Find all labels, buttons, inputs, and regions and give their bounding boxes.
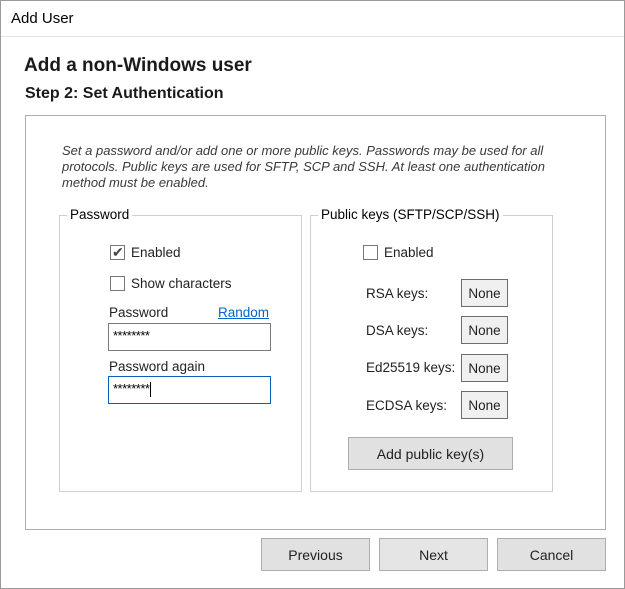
public-keys-enabled-checkbox[interactable] bbox=[363, 245, 378, 260]
password-input[interactable]: ******** bbox=[108, 323, 271, 351]
ed25519-keys-label: Ed25519 keys: bbox=[366, 360, 456, 375]
random-password-link[interactable]: Random bbox=[218, 305, 269, 321]
password-input-value: ******** bbox=[113, 328, 150, 343]
dsa-keys-label: DSA keys: bbox=[366, 323, 429, 338]
password-enabled-label[interactable]: Enabled bbox=[131, 245, 181, 261]
add-public-keys-button[interactable]: Add public key(s) bbox=[348, 437, 513, 470]
rsa-keys-button[interactable]: None bbox=[461, 279, 508, 307]
password-label: Password bbox=[109, 305, 169, 320]
ed25519-keys-button[interactable]: None bbox=[461, 354, 508, 382]
instructions-text: Set a password and/or add one or more pu… bbox=[62, 143, 545, 190]
ecdsa-keys-label: ECDSA keys: bbox=[366, 398, 448, 413]
window-title: Add User bbox=[11, 10, 74, 27]
dsa-keys-button[interactable]: None bbox=[461, 316, 508, 344]
cancel-button[interactable]: Cancel bbox=[497, 538, 606, 571]
show-characters-checkbox[interactable] bbox=[110, 276, 125, 291]
password-enabled-checkbox[interactable]: ✔ bbox=[110, 244, 125, 260]
ecdsa-keys-button[interactable]: None bbox=[461, 391, 508, 419]
public-keys-enabled-label[interactable]: Enabled bbox=[384, 245, 434, 261]
next-button[interactable]: Next bbox=[379, 538, 488, 571]
password-group-legend: Password bbox=[67, 207, 133, 223]
password-again-input-value: ******** bbox=[113, 381, 150, 396]
password-again-label: Password again bbox=[109, 359, 206, 374]
previous-button[interactable]: Previous bbox=[261, 538, 370, 571]
password-again-input[interactable]: ******** bbox=[108, 376, 271, 404]
text-caret bbox=[150, 382, 152, 398]
page-title: Add a non-Windows user bbox=[24, 55, 252, 76]
public-keys-group-legend: Public keys (SFTP/SCP/SSH) bbox=[318, 207, 503, 223]
step-title: Step 2: Set Authentication bbox=[25, 85, 224, 102]
rsa-keys-label: RSA keys: bbox=[366, 286, 429, 301]
show-characters-label[interactable]: Show characters bbox=[131, 276, 232, 292]
title-bar[interactable]: Add User bbox=[1, 1, 624, 37]
check-icon: ✔ bbox=[112, 244, 124, 260]
